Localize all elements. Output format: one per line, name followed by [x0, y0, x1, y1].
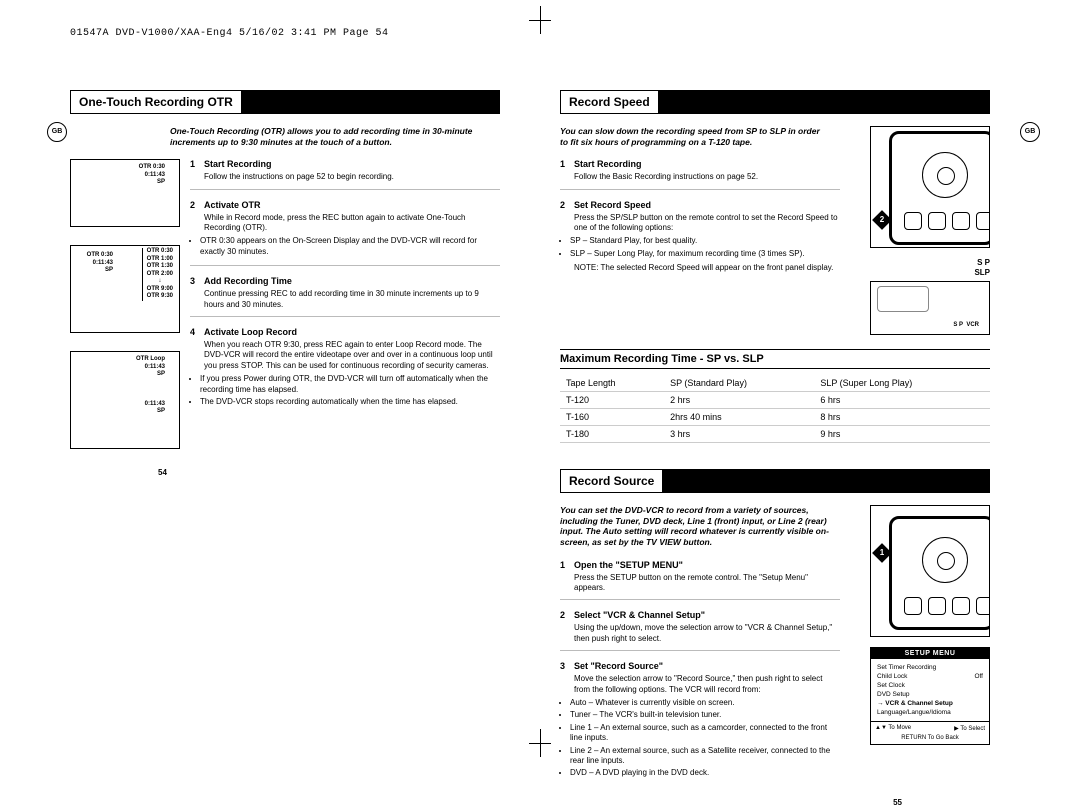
steps-otr: 1 Start Recording Follow the instruction… — [190, 159, 500, 415]
section-title-otr: One-Touch Recording OTR — [70, 90, 500, 114]
section-title-speed: Record Speed — [560, 90, 990, 114]
language-tab-right: GB — [1020, 122, 1040, 142]
page-left: One-Touch Recording OTR One-Touch Record… — [70, 60, 500, 467]
table-title: Maximum Recording Time - SP vs. SLP — [560, 349, 990, 369]
section-title-source: Record Source — [560, 469, 990, 493]
page-number-right: 55 — [893, 798, 902, 807]
setup-menu-figure: SETUP MENU Set Timer Recording Child Loc… — [870, 647, 990, 745]
remote-figure-2: 1 — [870, 505, 990, 637]
intro-otr: One-Touch Recording (OTR) allows you to … — [170, 126, 500, 147]
remote-figure-1: 2 — [870, 126, 990, 248]
figure-osd-3: OTR Loop 0:11:43 SP 0:11:43 SP — [70, 351, 180, 449]
front-panel-display: S P VCR — [870, 281, 990, 335]
print-header: 01547A DVD-V1000/XAA-Eng4 5/16/02 3:41 P… — [70, 28, 389, 39]
recording-time-table: Tape Length SP (Standard Play) SLP (Supe… — [560, 375, 990, 443]
figure-osd-2: OTR 0:30 0:11:43 SP OTR 0:30 OTR 1:00 OT… — [70, 245, 180, 333]
language-tab-left: GB — [47, 122, 67, 142]
figure-osd-1: OTR 0:30 0:11:43 SP — [70, 159, 180, 227]
sp-slp-label: S P SLP — [870, 258, 990, 277]
page-number-left: 54 — [158, 468, 167, 477]
intro-speed: You can slow down the recording speed fr… — [560, 126, 830, 147]
intro-source: You can set the DVD-VCR to record from a… — [560, 505, 830, 548]
page-right: Record Speed 2 S P SLP S P VCR You can s… — [560, 60, 990, 797]
